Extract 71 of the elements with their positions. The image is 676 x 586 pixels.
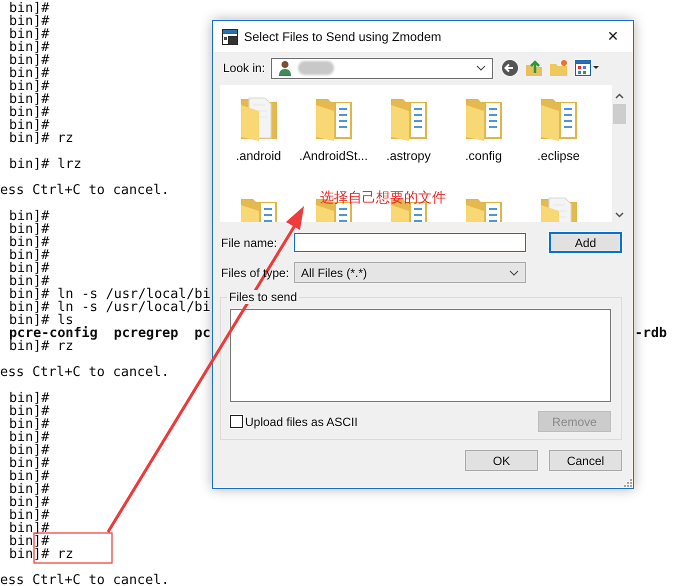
file-type-dropdown[interactable]: All Files (*.*) — [294, 262, 526, 283]
terminal-line: bin]# rz — [9, 132, 74, 145]
resize-grip-icon[interactable] — [624, 479, 632, 487]
blurred-patch — [298, 61, 334, 75]
terminal-line: bin]# — [9, 483, 50, 496]
close-button[interactable]: ✕ — [593, 21, 633, 52]
folder-label[interactable]: .eclipse — [537, 149, 580, 163]
dialog-button[interactable]: Cancel — [549, 450, 622, 471]
terminal-line: bin]# — [9, 470, 50, 483]
terminal-line: bin]# — [9, 457, 50, 470]
add-button[interactable]: Add — [549, 232, 622, 253]
terminal-line: ess Ctrl+C to cancel. — [0, 184, 170, 197]
terminal-line: bin]# — [9, 223, 50, 236]
terminal-line: bin]# — [9, 28, 50, 41]
view-menu-icon[interactable] — [575, 60, 600, 76]
app-icon — [222, 28, 238, 44]
terminal-line: bin]# — [9, 431, 50, 444]
terminal-line: bin]# — [9, 444, 50, 457]
file-name-field[interactable] — [294, 233, 526, 252]
folder-label[interactable]: .AndroidSt... — [299, 149, 368, 163]
terminal-line: bin]# — [9, 405, 50, 418]
terminal-line: bin]# — [9, 119, 50, 132]
checkbox[interactable] — [230, 415, 243, 428]
terminal-line: bin]# — [9, 15, 50, 28]
field-label: Look in: — [223, 61, 266, 75]
terminal-line: ess Ctrl+C to cancel. — [0, 366, 170, 379]
terminal-line: bin]# — [9, 418, 50, 431]
terminal-line: bin]# ln -s /usr/local/bi — [9, 301, 211, 314]
terminal-line: bin]# — [9, 106, 50, 119]
terminal-line: -rdb — [634, 327, 667, 340]
send-list[interactable] — [230, 309, 611, 402]
terminal-line: bin]# — [9, 509, 50, 522]
terminal-line: bin]# — [9, 67, 50, 80]
folder-icon — [238, 95, 278, 141]
checkbox-label[interactable]: Upload files as ASCII — [245, 414, 358, 428]
terminal-line: bin]# lrz — [9, 158, 82, 171]
dialog-button[interactable]: OK — [465, 450, 538, 471]
terminal-line: bin]# — [9, 275, 50, 288]
terminal-line: bin]# ls — [9, 314, 74, 327]
terminal-line: bin]# rz — [9, 340, 74, 353]
caret-icon — [476, 65, 486, 71]
group-label: Files to send — [227, 290, 300, 304]
terminal-line: bin]# — [9, 236, 50, 249]
terminal-line: bin]# — [9, 2, 50, 15]
folder-label[interactable]: .config — [465, 149, 502, 163]
look-in-dropdown[interactable] — [271, 58, 494, 78]
terminal-line: bin]# — [9, 41, 50, 54]
terminal-line: ess Ctrl+C to cancel. — [0, 574, 170, 586]
terminal-line: bin]# — [9, 54, 50, 67]
field-label: File name: — [220, 236, 278, 250]
person-icon — [278, 60, 292, 76]
up-folder-icon[interactable] — [525, 59, 544, 77]
scroll-up-icon[interactable] — [615, 93, 624, 99]
terminal-line: bin]# — [9, 262, 50, 275]
new-folder-icon[interactable] — [549, 59, 570, 77]
terminal-line: bin]# ln -s /usr/local/bi — [9, 288, 211, 301]
terminal-line: pcre-config pcregrep pc — [9, 327, 211, 340]
terminal-line: bin]# — [9, 392, 50, 405]
scroll-down-icon[interactable] — [615, 212, 624, 218]
terminal-line: bin]# — [9, 210, 50, 223]
terminal-line: bin]# — [9, 93, 50, 106]
caret-icon — [509, 270, 519, 276]
folder-label[interactable]: .astropy — [386, 149, 431, 163]
terminal-line: bin]# — [9, 522, 50, 535]
window-title: Select Files to Send using Zmodem — [244, 30, 442, 44]
back-icon[interactable] — [501, 59, 520, 77]
terminal-line: bin]# — [9, 249, 50, 262]
terminal-line: bin]# — [9, 80, 50, 93]
folder-label[interactable]: .android — [236, 149, 282, 163]
scrollbar-thumb[interactable] — [613, 104, 626, 124]
terminal-line: bin]# — [9, 496, 50, 509]
